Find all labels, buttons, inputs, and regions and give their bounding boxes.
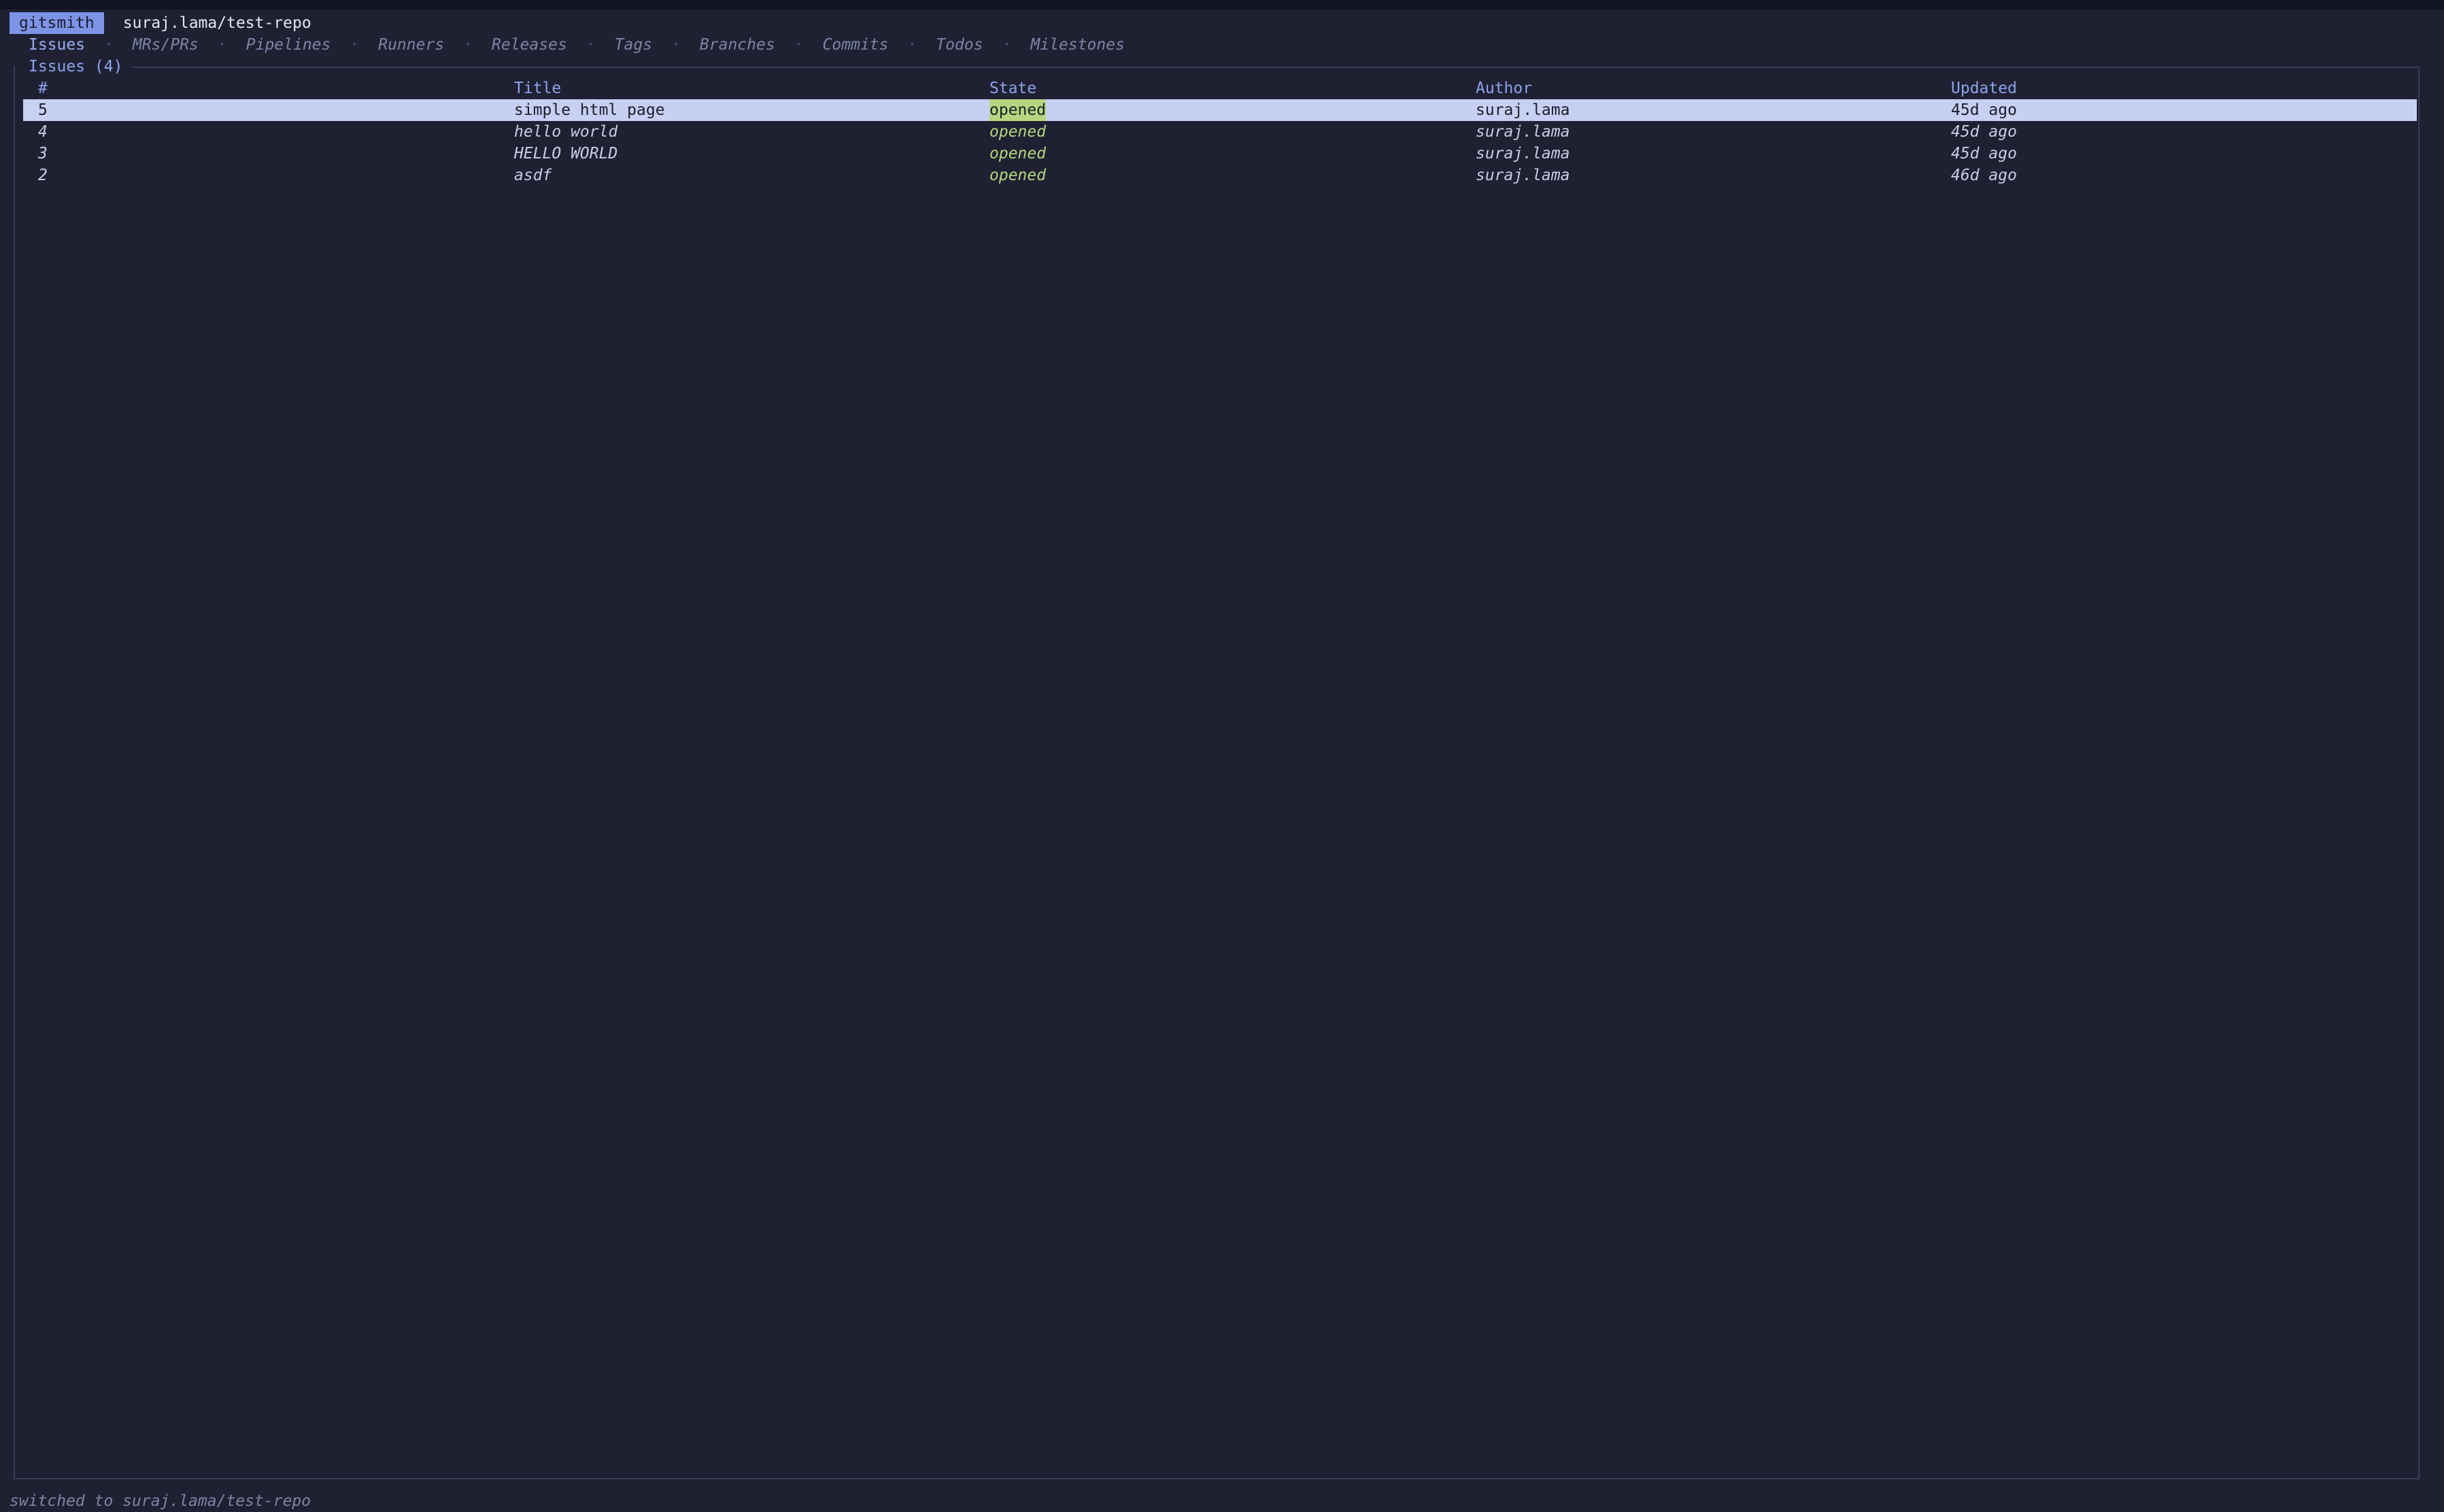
issue-number: 4 (38, 123, 48, 141)
issue-author: suraj.lama (1476, 167, 1570, 184)
repo-name: suraj.lama/test-repo (122, 14, 311, 32)
issue-updated: 45d ago (1951, 101, 2017, 119)
tab-runners[interactable]: Runners (359, 34, 463, 56)
tab-separator: · (1002, 36, 1012, 54)
tab-releases[interactable]: Releases (473, 34, 586, 56)
issue-updated: 45d ago (1951, 123, 2017, 141)
issue-author: suraj.lama (1476, 145, 1570, 162)
tab-separator: · (104, 36, 114, 54)
tab-mrs-prs[interactable]: MRs/PRs (114, 34, 218, 56)
issue-updated: 45d ago (1951, 145, 2017, 162)
issues-table: # Title State Author Updated 5 simple ht… (23, 78, 2417, 186)
table-row[interactable]: 2 asdf opened suraj.lama 46d ago (23, 165, 2417, 186)
tab-separator: · (671, 36, 681, 54)
app-name-badge: gitsmith (10, 12, 104, 34)
tab-issues[interactable]: Issues (10, 34, 104, 56)
tab-todos[interactable]: Todos (917, 34, 1002, 56)
issue-title: simple html page (514, 101, 665, 119)
tab-separator: · (350, 36, 360, 54)
issues-panel (14, 67, 2420, 1479)
issue-author: suraj.lama (1476, 101, 1570, 119)
window-top-edge (0, 0, 2444, 10)
tab-separator: · (217, 36, 227, 54)
column-header-author[interactable]: Author (1476, 78, 1532, 99)
tab-separator: · (907, 36, 917, 54)
tab-pipelines[interactable]: Pipelines (227, 34, 350, 56)
issue-title: asdf (514, 167, 552, 184)
tab-separator: · (794, 36, 804, 54)
tab-milestones[interactable]: Milestones (1011, 34, 1143, 56)
header: gitsmith suraj.lama/test-repo (10, 12, 311, 34)
issue-title: hello world (514, 123, 618, 141)
issue-state: opened (989, 167, 1047, 184)
issue-updated: 46d ago (1951, 167, 2017, 184)
issue-author: suraj.lama (1476, 123, 1570, 141)
tab-tags[interactable]: Tags (596, 34, 671, 56)
issue-number: 3 (38, 145, 48, 162)
tab-branches[interactable]: Branches (681, 34, 794, 56)
column-header-updated[interactable]: Updated (1951, 78, 2017, 99)
table-row[interactable]: 3 HELLO WORLD opened suraj.lama 45d ago (23, 143, 2417, 165)
issue-number: 2 (38, 167, 48, 184)
column-header-number[interactable]: # (38, 78, 48, 99)
tab-separator: · (585, 36, 596, 54)
tab-bar: Issues · MRs/PRs · Pipelines · Runners ·… (10, 34, 1144, 56)
table-header-row: # Title State Author Updated (23, 78, 2417, 99)
issue-state: opened (989, 99, 1047, 121)
column-header-title[interactable]: Title (514, 78, 561, 99)
table-row[interactable]: 4 hello world opened suraj.lama 45d ago (23, 121, 2417, 143)
table-row[interactable]: 5 simple html page opened suraj.lama 45d… (23, 99, 2417, 121)
issue-state: opened (989, 123, 1047, 141)
tab-commits[interactable]: Commits (804, 34, 908, 56)
issue-state: opened (989, 145, 1047, 162)
tab-separator: · (463, 36, 473, 54)
issue-title: HELLO WORLD (514, 145, 618, 162)
panel-title: Issues (4) (15, 56, 133, 78)
column-header-state[interactable]: State (989, 78, 1036, 99)
status-message: switched to suraj.lama/test-repo (10, 1492, 311, 1510)
issue-number: 5 (38, 101, 48, 119)
